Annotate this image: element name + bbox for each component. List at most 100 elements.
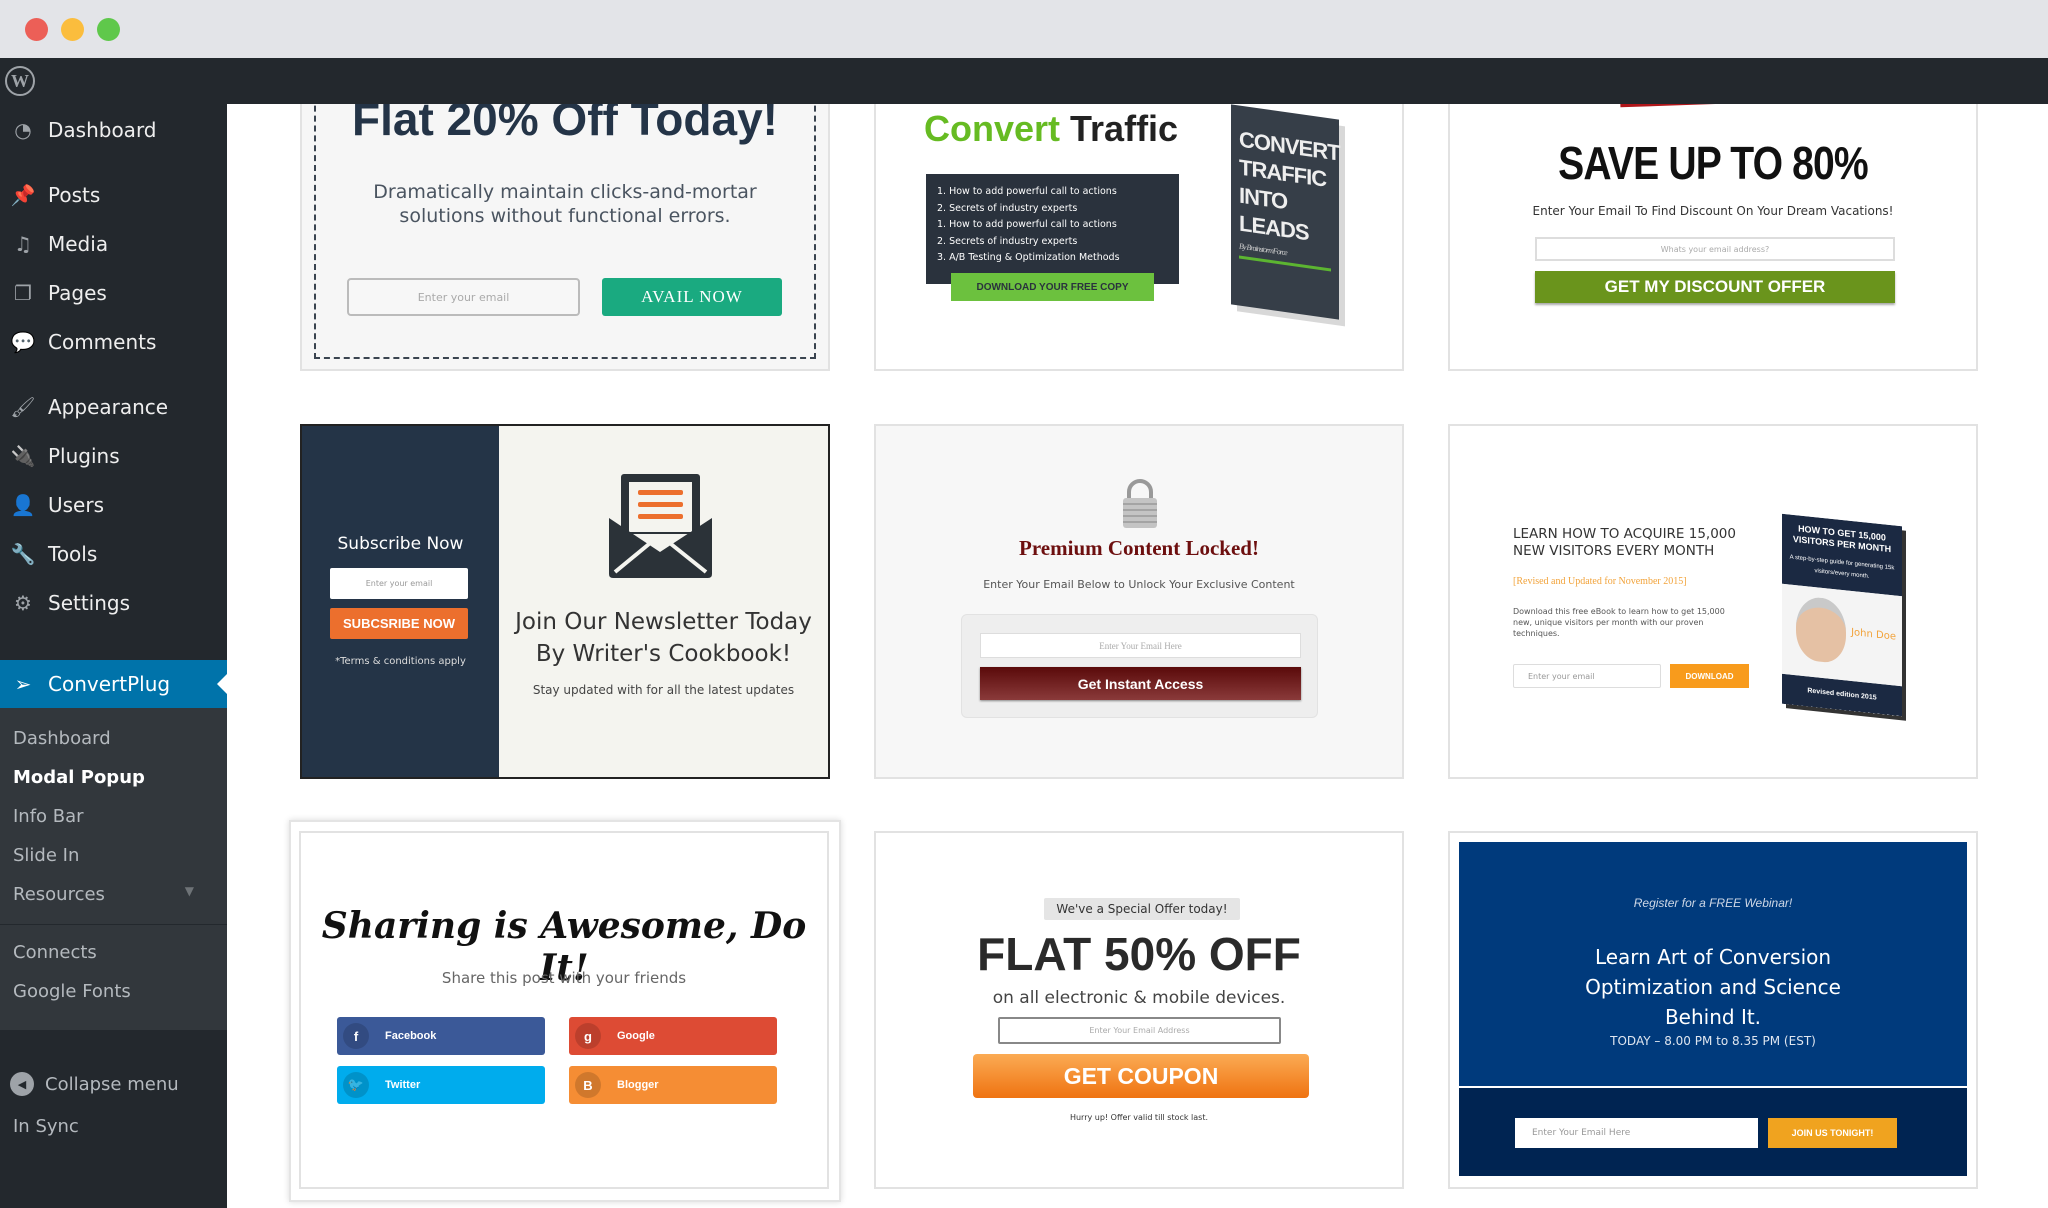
template-card-newsletter[interactable]: Subscribe Now Enter your email SUBCSRIBE… [300, 424, 830, 779]
template-card-webinar[interactable]: Register for a FREE Webinar! Learn Art o… [1448, 831, 1978, 1189]
sidebar-item-label: Users [48, 493, 105, 517]
facebook-icon: f [343, 1023, 369, 1049]
blogger-share-button[interactable]: B Blogger [569, 1066, 777, 1104]
submenu-connects[interactable]: Connects [13, 942, 97, 963]
feature-list: 1. How to add powerful call to actions 2… [926, 174, 1179, 284]
email-field[interactable]: Enter your email [1513, 664, 1661, 688]
window-titlebar [0, 0, 2048, 58]
facebook-share-button[interactable]: f Facebook [337, 1017, 545, 1055]
submenu-in-sync[interactable]: In Sync [13, 1116, 79, 1137]
download-button[interactable]: DOWNLOAD [1670, 664, 1749, 688]
offer-tag: We've a Special Offer today! [1044, 898, 1240, 920]
download-free-copy-button[interactable]: DOWNLOAD YOUR FREE COPY [951, 273, 1154, 301]
close-window-button[interactable] [25, 18, 48, 41]
email-field[interactable]: Enter Your Email Here [980, 633, 1301, 658]
card-title: FLAT 50% OFF [977, 928, 1301, 980]
email-field[interactable]: Enter Your Email Here [1515, 1118, 1758, 1148]
template-card-flat50[interactable]: We've a Special Offer today! FLAT 50% OF… [874, 831, 1404, 1189]
pin-icon: 📌 [10, 183, 36, 207]
webinar-header: Register for a FREE Webinar! Learn Art o… [1459, 842, 1967, 1086]
collapse-menu-label: Collapse menu [45, 1073, 179, 1095]
card-title: LEARN HOW TO ACQUIRE 15,000 NEW VISITORS… [1513, 526, 1736, 559]
admin-bar: W [0, 58, 2048, 104]
twitter-share-button[interactable]: 🐦 Twitter [337, 1066, 545, 1104]
active-indicator [217, 674, 227, 694]
template-card-ebook[interactable]: LEARN HOW TO ACQUIRE 15,000 NEW VISITORS… [1448, 424, 1978, 779]
webinar-time: TODAY – 8.00 PM to 8.35 PM (EST) [1610, 1034, 1816, 1048]
template-card-sharing[interactable]: Sharing is Awesome, Do It! Share this po… [299, 831, 829, 1189]
email-field[interactable]: Enter your email [330, 568, 468, 599]
sidebar-item-label: ConvertPlug [48, 672, 171, 696]
user-icon: 👤 [10, 493, 36, 517]
submenu-resources[interactable]: Resources ▼ [13, 884, 214, 905]
minimize-window-button[interactable] [61, 18, 84, 41]
submenu-dashboard[interactable]: Dashboard [13, 728, 111, 749]
sidebar-item-label: Plugins [48, 444, 120, 468]
subscribe-title: Subscribe Now [337, 534, 464, 554]
email-field[interactable]: Enter Your Email Address [998, 1017, 1281, 1044]
avail-now-button[interactable]: AVAIL NOW [602, 278, 782, 316]
sidebar-item-label: Appearance [48, 395, 169, 419]
paintbrush-icon: 🖌 [10, 395, 36, 419]
webinar-kicker: Register for a FREE Webinar! [1633, 896, 1793, 910]
sidebar-item-label: Pages [48, 281, 107, 305]
card-subtitle: Share this post with your friends [441, 969, 687, 987]
list-item: 1. How to add powerful call to actions [937, 219, 1117, 230]
sidebar-item-users[interactable]: 👤 Users [0, 483, 227, 527]
sidebar-item-label: Media [48, 232, 109, 256]
template-card-premium-locked[interactable]: Premium Content Locked! Enter Your Email… [874, 424, 1404, 779]
ebook-cover-image: CONVERT TRAFFIC INTO LEADS By Brainstorm… [1231, 104, 1340, 320]
convertplug-submenu: Dashboard Modal Popup Info Bar Slide In … [0, 708, 227, 1030]
admin-sidebar: ◔ Dashboard 📌 Posts ♫ Media ❐ Pages 💬 Comment… [0, 104, 227, 1208]
sidebar-item-tools[interactable]: 🔧 Tools [0, 532, 227, 576]
newsletter-headline: Join Our Newsletter Today By Writer's Co… [515, 609, 812, 667]
submenu-google-fonts[interactable]: Google Fonts [13, 981, 131, 1002]
subscribe-panel: Subscribe Now Enter your email SUBCSRIBE… [302, 426, 499, 777]
sidebar-item-dashboard[interactable]: ◔ Dashboard [0, 108, 227, 152]
list-item: 3. A/B Testing & Optimization Methods [937, 252, 1120, 263]
card-description: Dramatically maintain clicks-and-mortar … [373, 181, 757, 227]
google-icon: g [575, 1023, 601, 1049]
sidebar-item-settings[interactable]: ⚙ Settings [0, 581, 227, 625]
template-card-flat20[interactable]: Flat 20% Off Today! Dramatically maintai… [300, 104, 830, 371]
card-description: Download this free eBook to learn how to… [1513, 607, 1725, 638]
collapse-menu-button[interactable]: ◀ Collapse menu [10, 1072, 179, 1096]
submenu-slide-in[interactable]: Slide In [13, 845, 79, 866]
collapse-arrow-icon: ◀ [10, 1072, 34, 1096]
padlock-icon [1123, 479, 1157, 528]
email-field[interactable]: Whats your email address? [1535, 237, 1895, 261]
card-title: Convert Traffic [924, 108, 1179, 149]
wordpress-logo-icon[interactable]: W [5, 66, 35, 96]
instant-access-button[interactable]: Get Instant Access [980, 667, 1301, 700]
sidebar-item-media[interactable]: ♫ Media [0, 222, 227, 266]
google-share-button[interactable]: g Google [569, 1017, 777, 1055]
get-coupon-button[interactable]: GET COUPON [973, 1054, 1309, 1098]
email-field[interactable]: Enter your email [347, 278, 580, 316]
sidebar-item-posts[interactable]: 📌 Posts [0, 173, 227, 217]
template-card-save80[interactable]: Last Minute Vacations Pending SAVE UP TO… [1448, 104, 1978, 371]
ribbon-banner: Last Minute Vacations Pending [1619, 104, 1811, 108]
sidebar-item-pages[interactable]: ❐ Pages [0, 271, 227, 315]
sidebar-item-label: Tools [48, 542, 98, 566]
join-us-button[interactable]: JOIN US TONIGHT! [1768, 1118, 1897, 1148]
comment-icon: 💬 [10, 330, 36, 354]
sidebar-item-plugins[interactable]: 🔌 Plugins [0, 434, 227, 478]
subscribe-button[interactable]: SUBCSRIBE NOW [330, 608, 468, 639]
wrench-icon: 🔧 [10, 542, 36, 566]
submenu-resources-label: Resources [13, 884, 105, 905]
sidebar-item-appearance[interactable]: 🖌 Appearance [0, 385, 227, 429]
template-card-convert-traffic[interactable]: Convert Traffic 1. How to add powerful c… [874, 104, 1404, 371]
blogger-icon: B [575, 1072, 601, 1098]
ebook-cover-image: HOW TO GET 15,000 VISITORS PER MONTH A st… [1782, 513, 1902, 717]
newsletter-panel: Join Our Newsletter Today By Writer's Co… [499, 426, 828, 777]
sidebar-item-convertplug[interactable]: ➢ ConvertPlug [0, 660, 227, 708]
list-item: 1. How to add powerful call to actions [937, 186, 1117, 197]
dashboard-icon: ◔ [14, 118, 32, 142]
submenu-modal-popup[interactable]: Modal Popup [13, 767, 145, 788]
card-subtitle: Enter Your Email To Find Discount On You… [1532, 204, 1894, 218]
maximize-window-button[interactable] [97, 18, 120, 41]
submenu-info-bar[interactable]: Info Bar [13, 806, 84, 827]
sidebar-item-label: Settings [48, 591, 131, 615]
sidebar-item-comments[interactable]: 💬 Comments [0, 320, 227, 364]
discount-offer-button[interactable]: GET MY DISCOUNT OFFER [1535, 271, 1895, 303]
